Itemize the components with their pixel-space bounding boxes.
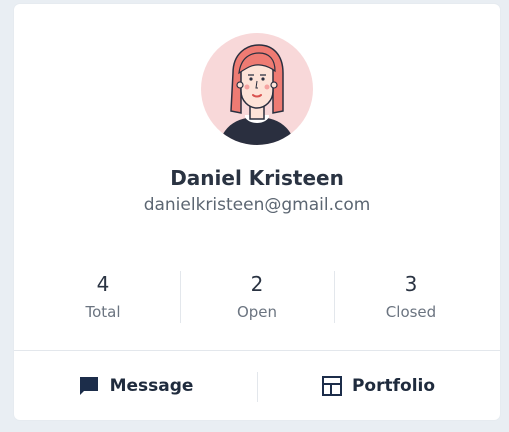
portfolio-button[interactable]: Portfolio	[257, 351, 500, 420]
profile-card: Daniel Kristeen danielkristeen@gmail.com…	[14, 4, 500, 420]
profile-name: Daniel Kristeen	[170, 166, 344, 190]
portfolio-button-label: Portfolio	[351, 375, 436, 396]
stat-total-value: 4	[96, 272, 110, 296]
stat-closed: 3 Closed	[334, 267, 488, 325]
stats-row: 4 Total 2 Open 3 Closed	[26, 267, 488, 325]
stat-open: 2 Open	[180, 267, 334, 325]
stat-total: 4 Total	[26, 267, 180, 325]
stat-open-value: 2	[250, 272, 264, 296]
message-icon	[79, 376, 98, 395]
stat-total-label: Total	[85, 303, 121, 321]
stat-closed-value: 3	[404, 272, 418, 296]
message-button-label: Message	[109, 375, 194, 396]
avatar	[201, 33, 313, 145]
message-button[interactable]: Message	[14, 351, 257, 420]
avatar-illustration	[219, 44, 295, 145]
portfolio-icon	[321, 375, 342, 396]
stat-open-label: Open	[236, 303, 278, 321]
stat-closed-label: Closed	[385, 303, 437, 321]
profile-email: danielkristeen@gmail.com	[143, 195, 371, 215]
card-actions: Message Portfolio	[14, 351, 500, 420]
